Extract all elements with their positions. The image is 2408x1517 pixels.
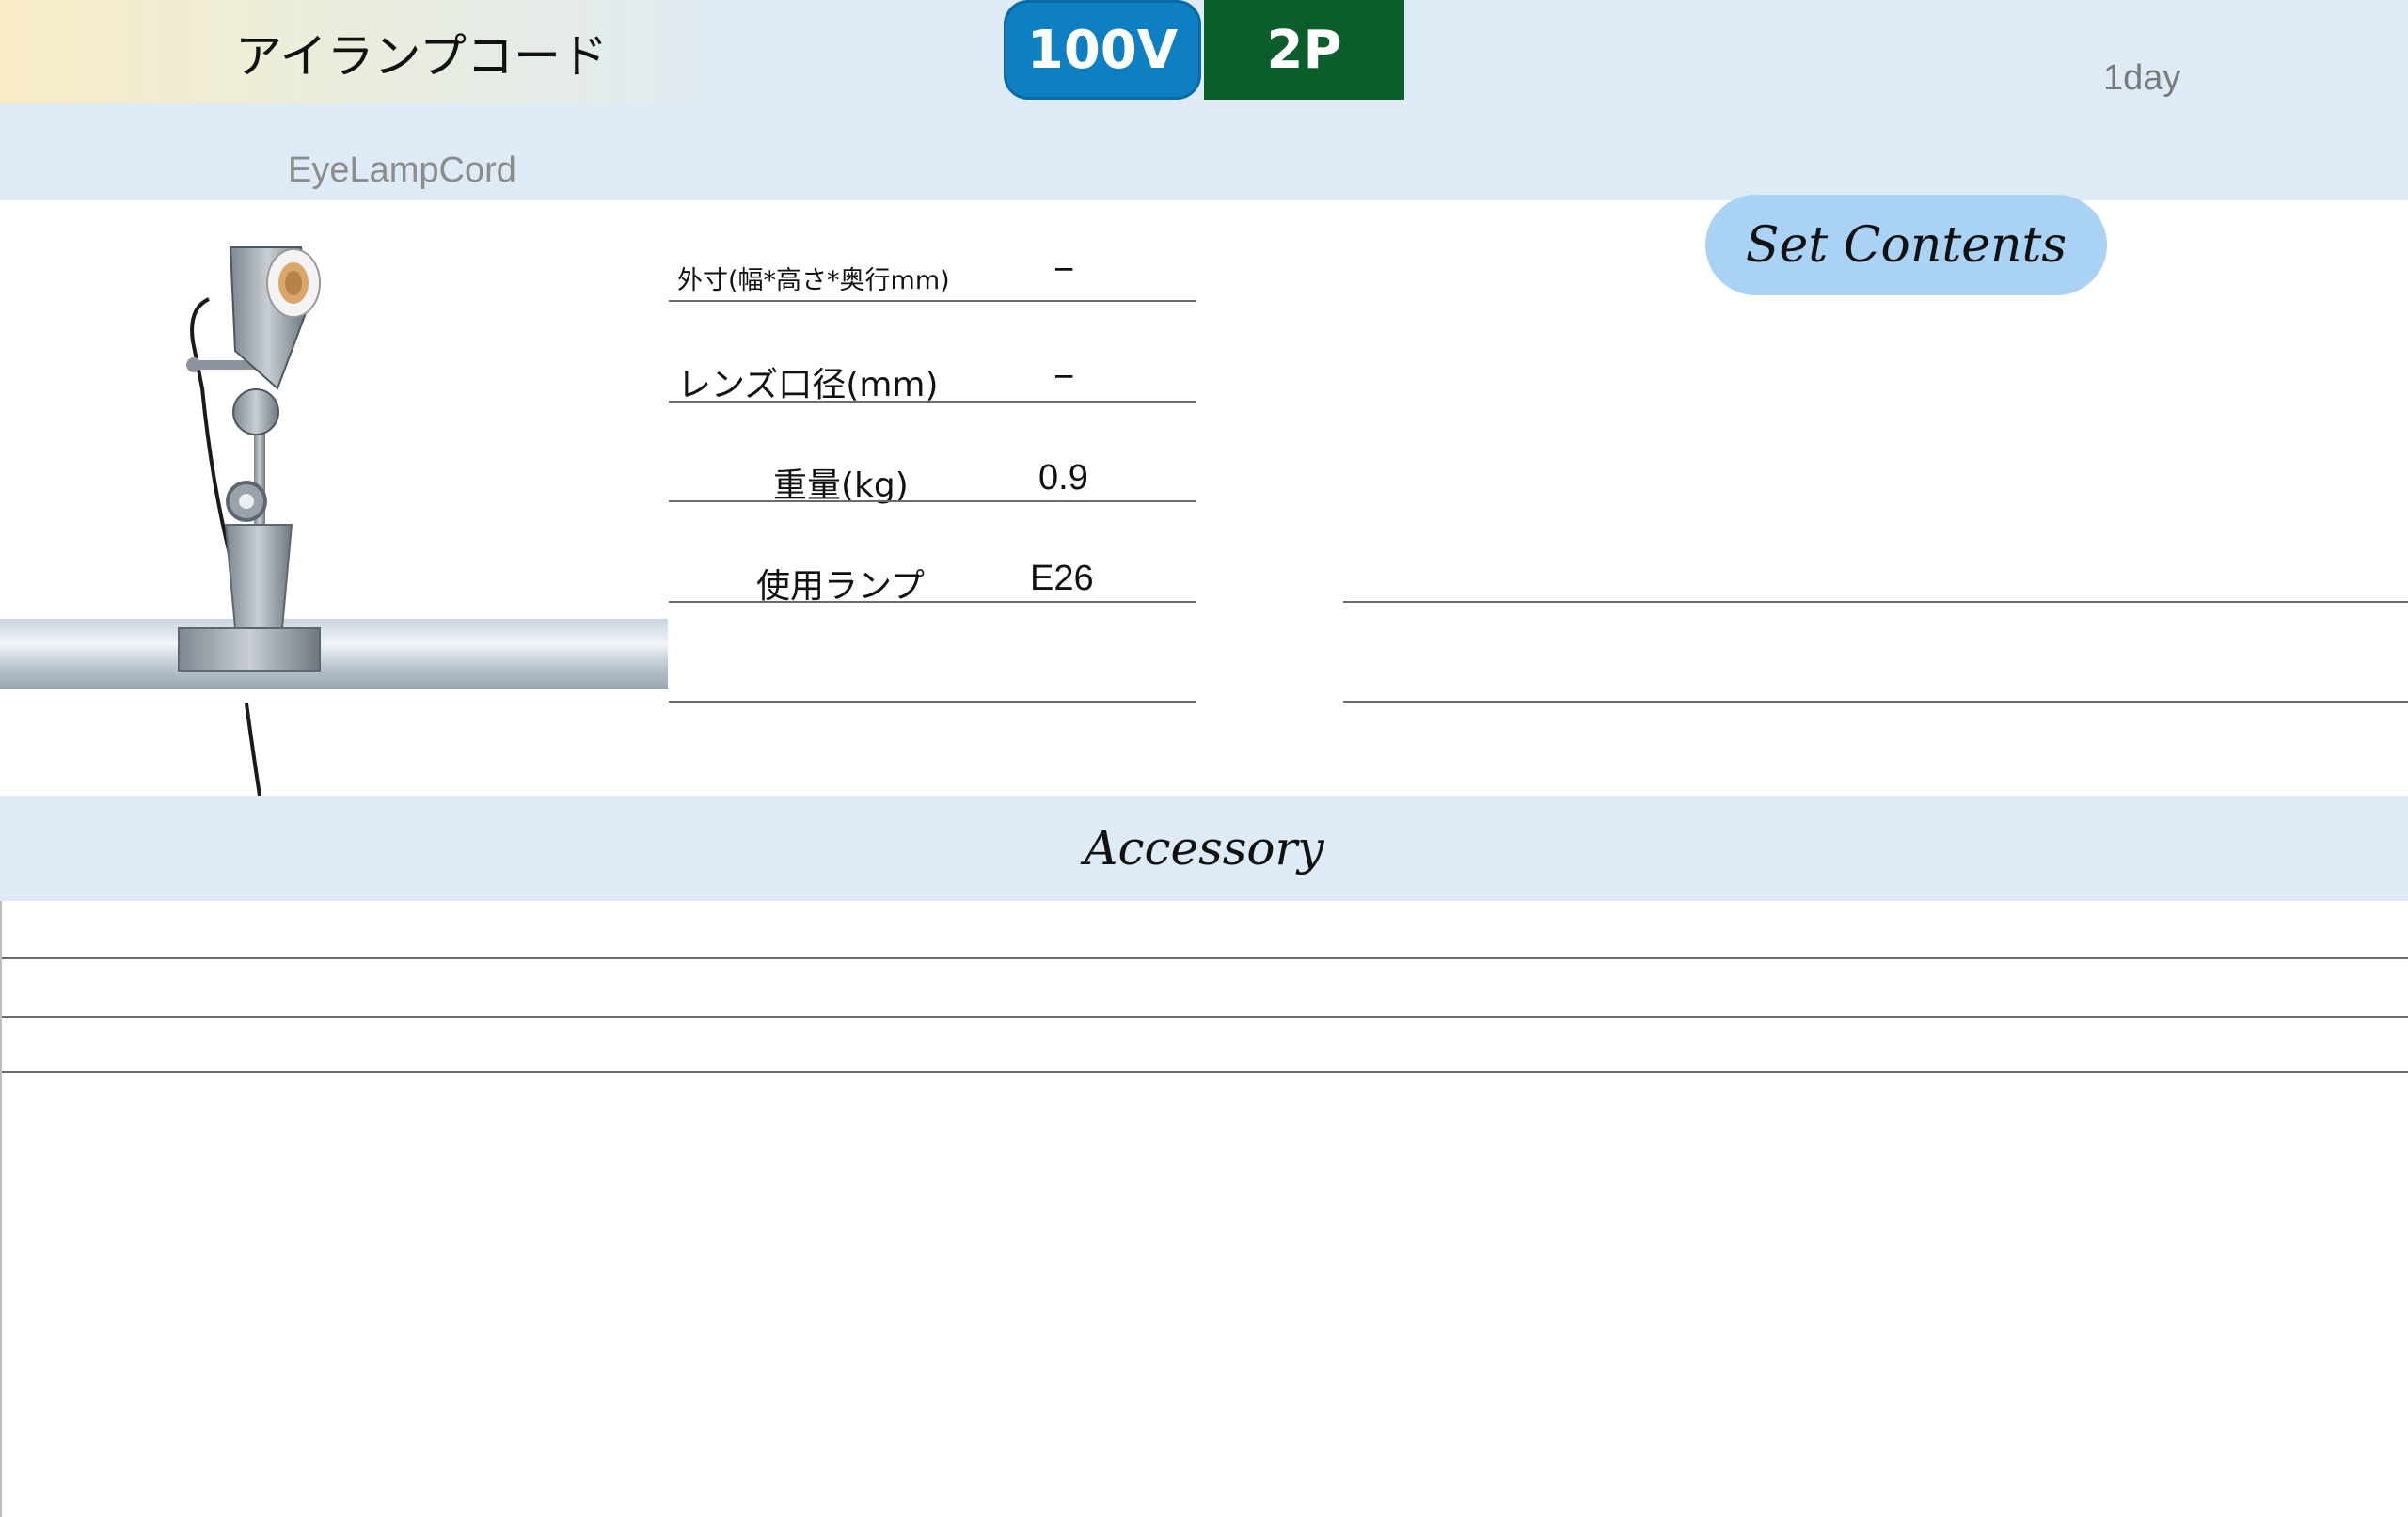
accessory-line — [0, 957, 2408, 959]
spec-divider — [669, 401, 1196, 403]
rental-duration: 1day — [2103, 58, 2181, 98]
spec-value-lamp-type: E26 — [1030, 559, 1094, 598]
accessory-line — [0, 1016, 2408, 1018]
spec-divider — [669, 701, 1196, 703]
spec-divider — [669, 601, 1196, 603]
set-contents-line — [1343, 601, 2408, 603]
spec-divider — [669, 500, 1196, 502]
accessory-line — [0, 1071, 2408, 1073]
product-title-en: EyeLampCord — [288, 150, 516, 190]
accessory-heading: Accessory — [0, 796, 2408, 901]
set-contents-line — [1343, 701, 2408, 703]
set-contents-heading: Set Contents — [1705, 195, 2107, 295]
spec-label-dimensions: 外寸(幅*高さ*奥行mm) — [677, 266, 950, 295]
product-title-jp: アイランプコード — [235, 29, 608, 84]
spec-value-lens-diameter: − — [1054, 357, 1075, 397]
spec-label-lens-diameter: レンズ口径(mm) — [677, 366, 939, 404]
voltage-badge: 100V — [1004, 0, 1201, 100]
clip-lamp-illustration — [0, 246, 668, 796]
spec-divider — [669, 300, 1196, 302]
plug-badge: 2P — [1204, 0, 1404, 100]
spec-value-dimensions: − — [1054, 250, 1075, 290]
page-left-edge — [0, 901, 2, 1517]
product-photo — [0, 200, 668, 796]
spec-value-weight: 0.9 — [1038, 458, 1088, 498]
